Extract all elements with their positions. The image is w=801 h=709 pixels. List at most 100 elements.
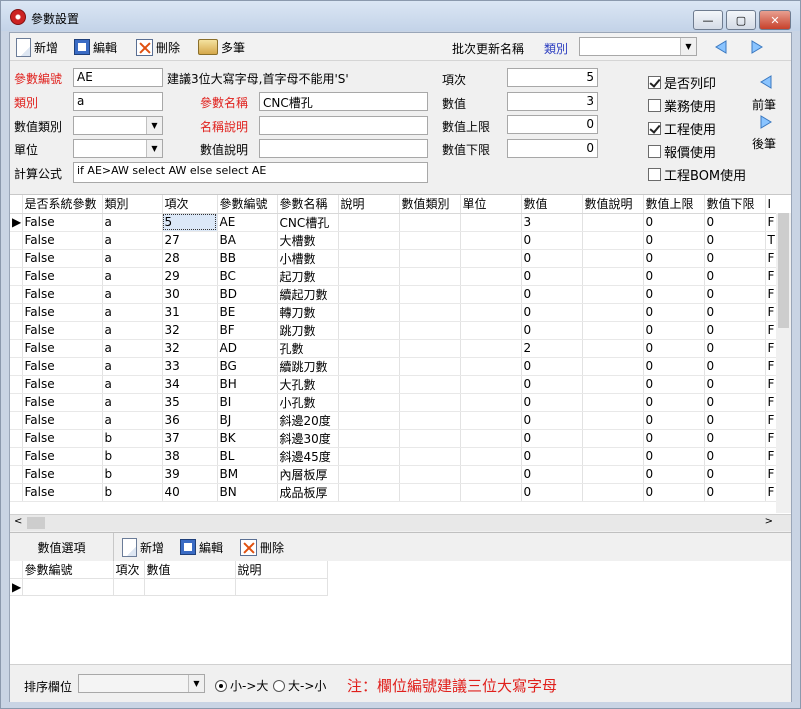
table-cell[interactable] (338, 231, 400, 250)
table-row[interactable]: False a 27 BA 大槽數 0 0 0 T (10, 231, 791, 250)
table-cell[interactable]: 0 (521, 465, 583, 484)
table-cell[interactable] (460, 303, 522, 322)
row-header[interactable] (10, 375, 23, 394)
table-row[interactable]: False a 29 BC 起刀數 0 0 0 F (10, 267, 791, 286)
table-cell[interactable] (338, 375, 400, 394)
table-cell[interactable]: 0 (643, 249, 705, 268)
table-row[interactable]: False a 28 BB 小槽數 0 0 0 F (10, 249, 791, 268)
print-checkbox[interactable]: 是否列印 (648, 73, 716, 92)
row-header[interactable] (10, 321, 23, 340)
table-cell[interactable]: BG (217, 357, 278, 376)
current-row-pointer-icon[interactable]: ▶ (10, 213, 23, 232)
table-cell[interactable]: BH (217, 375, 278, 394)
table-cell[interactable]: 斜邊30度 (277, 429, 339, 448)
table-cell[interactable] (338, 213, 400, 232)
table-cell[interactable]: 40 (162, 483, 218, 502)
table-cell[interactable]: 0 (704, 285, 766, 304)
table-cell[interactable] (460, 447, 522, 466)
table-cell[interactable]: b (102, 447, 163, 466)
table-cell[interactable]: 32 (162, 321, 218, 340)
col-header-param-code[interactable]: 參數編號 (217, 195, 278, 214)
scroll-left-icon[interactable]: < (14, 516, 22, 527)
table-cell[interactable]: 0 (521, 321, 583, 340)
table-cell[interactable] (338, 249, 400, 268)
table-cell[interactable] (338, 303, 400, 322)
table-cell[interactable]: 29 (162, 267, 218, 286)
table-cell[interactable]: False (22, 465, 103, 484)
option-col-param-code[interactable]: 參數編號 (22, 561, 114, 579)
table-cell[interactable] (399, 213, 461, 232)
table-cell[interactable] (22, 578, 114, 596)
table-cell[interactable]: 0 (521, 411, 583, 430)
row-header[interactable] (10, 483, 23, 502)
row-header[interactable] (10, 267, 23, 286)
table-cell[interactable] (399, 411, 461, 430)
table-cell[interactable] (582, 339, 644, 358)
table-cell[interactable] (582, 303, 644, 322)
table-cell[interactable] (460, 465, 522, 484)
table-row[interactable]: False a 30 BD 續起刀數 0 0 0 F (10, 285, 791, 304)
table-cell[interactable]: False (22, 393, 103, 412)
grid-horizontal-scrollbar[interactable]: < > (10, 514, 791, 531)
option-col-item-no[interactable]: 項次 (113, 561, 145, 579)
upper-limit-input[interactable]: 0 (507, 115, 598, 134)
table-cell[interactable] (235, 578, 328, 596)
table-cell[interactable] (582, 483, 644, 502)
table-cell[interactable]: 0 (643, 393, 705, 412)
table-cell[interactable]: a (102, 411, 163, 430)
table-cell[interactable]: 0 (643, 465, 705, 484)
table-cell[interactable] (582, 267, 644, 286)
edit-button[interactable]: 編輯 (74, 37, 117, 57)
table-cell[interactable]: BL (217, 447, 278, 466)
table-cell[interactable]: 0 (704, 447, 766, 466)
table-cell[interactable]: a (102, 285, 163, 304)
table-cell[interactable]: 0 (704, 411, 766, 430)
table-cell[interactable] (338, 447, 400, 466)
table-cell[interactable] (460, 249, 522, 268)
table-cell[interactable]: a (102, 213, 163, 232)
table-cell[interactable]: BN (217, 483, 278, 502)
table-cell[interactable] (460, 411, 522, 430)
option-new-button[interactable]: 新增 (122, 537, 164, 557)
table-cell[interactable]: False (22, 357, 103, 376)
table-cell[interactable]: 0 (643, 213, 705, 232)
table-cell[interactable] (399, 429, 461, 448)
table-cell[interactable] (460, 231, 522, 250)
value-options-new-row[interactable]: ▶ (10, 578, 328, 596)
table-cell[interactable]: 38 (162, 447, 218, 466)
table-cell[interactable] (113, 578, 145, 596)
engineering-bom-checkbox[interactable]: 工程BOM使用 (648, 165, 746, 184)
table-cell[interactable]: False (22, 411, 103, 430)
formula-input[interactable]: if AE>AW select AW else select AE (73, 162, 428, 183)
table-cell[interactable]: BF (217, 321, 278, 340)
quote-use-checkbox[interactable]: 報價使用 (648, 142, 716, 161)
table-cell[interactable]: False (22, 321, 103, 340)
table-cell[interactable] (582, 285, 644, 304)
next-record-button[interactable]: 後筆 (752, 135, 776, 152)
scrollbar-thumb[interactable] (778, 213, 789, 328)
table-cell[interactable]: BA (217, 231, 278, 250)
table-cell[interactable]: 0 (643, 357, 705, 376)
col-header-value[interactable]: 數值 (521, 195, 583, 214)
table-cell[interactable]: 0 (521, 357, 583, 376)
table-cell[interactable]: a (102, 321, 163, 340)
table-cell[interactable]: BJ (217, 411, 278, 430)
table-cell[interactable] (399, 321, 461, 340)
col-header-item-no[interactable]: 項次 (162, 195, 218, 214)
lower-limit-input[interactable]: 0 (507, 139, 598, 158)
row-header[interactable] (10, 231, 23, 250)
table-cell[interactable] (582, 465, 644, 484)
table-cell[interactable]: 37 (162, 429, 218, 448)
table-row[interactable]: False a 32 BF 跳刀數 0 0 0 F (10, 321, 791, 340)
batch-update-label[interactable]: 批次更新名稱 (452, 40, 524, 57)
table-cell[interactable]: 32 (162, 339, 218, 358)
table-cell[interactable]: 斜邊20度 (277, 411, 339, 430)
table-cell[interactable]: a (102, 267, 163, 286)
table-cell[interactable] (399, 447, 461, 466)
table-cell[interactable]: 0 (521, 447, 583, 466)
col-header-upper[interactable]: 數值上限 (643, 195, 705, 214)
table-cell[interactable]: False (22, 231, 103, 250)
table-cell[interactable]: 0 (704, 249, 766, 268)
table-cell[interactable] (582, 213, 644, 232)
minimize-button[interactable]: — (693, 10, 723, 30)
